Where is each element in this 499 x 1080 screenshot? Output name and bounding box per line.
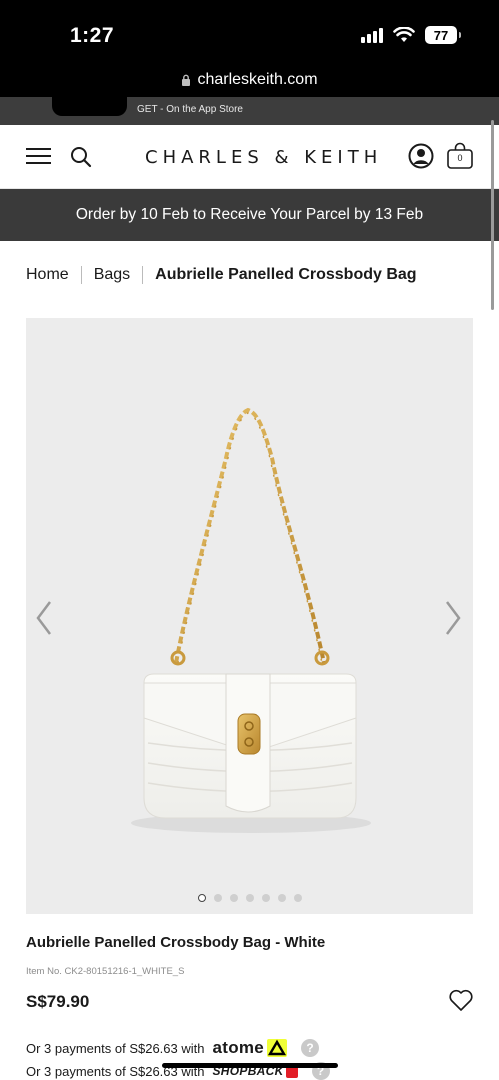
installment-text: Or 3 payments of S$26.63 with bbox=[26, 1040, 205, 1056]
breadcrumb-separator bbox=[80, 266, 82, 284]
product-gallery[interactable] bbox=[26, 318, 473, 914]
atome-logo: atome bbox=[212, 1038, 288, 1058]
gallery-dot[interactable] bbox=[293, 894, 302, 902]
gallery-dot[interactable] bbox=[229, 894, 238, 902]
gallery-dot[interactable] bbox=[261, 894, 270, 902]
item-number: Item No. CK2-80151216-1_WHITE_S bbox=[26, 966, 185, 977]
breadcrumb-bags[interactable]: Bags bbox=[94, 266, 130, 284]
breadcrumb-current: Aubrielle Panelled Crossbody Bag bbox=[155, 266, 417, 283]
bag-count: 0 bbox=[457, 153, 463, 163]
breadcrumb-home[interactable]: Home bbox=[26, 266, 69, 284]
site-header: CHARLES & KEITH 0 bbox=[0, 125, 499, 189]
scrollbar[interactable] bbox=[491, 120, 494, 310]
heart-icon[interactable] bbox=[448, 988, 474, 1012]
status-time: 1:27 bbox=[70, 24, 115, 47]
app-icon bbox=[52, 91, 127, 116]
app-banner-text: GET - On the App Store bbox=[137, 104, 243, 115]
previous-image-arrow[interactable] bbox=[32, 598, 56, 638]
product-price: S$79.90 bbox=[26, 992, 90, 1011]
gallery-dot[interactable] bbox=[197, 894, 206, 902]
search-icon[interactable] bbox=[70, 146, 92, 168]
status-bar: 1:27 77 bbox=[0, 0, 499, 62]
breadcrumb-separator bbox=[142, 266, 144, 284]
gallery-dot[interactable] bbox=[277, 894, 286, 902]
gallery-pagination bbox=[26, 894, 473, 902]
next-image-arrow[interactable] bbox=[441, 598, 465, 638]
promo-banner: Order by 10 Feb to Receive Your Parcel b… bbox=[0, 189, 499, 241]
wifi-icon bbox=[393, 27, 415, 42]
atome-wordmark: atome bbox=[212, 1038, 265, 1057]
cellular-signal-icon bbox=[361, 27, 383, 43]
url-text: charleskeith.com bbox=[197, 70, 318, 88]
brand-logo[interactable]: CHARLES & KEITH bbox=[145, 147, 382, 168]
breadcrumb: Home Bags Aubrielle Panelled Crossbody B… bbox=[26, 266, 417, 284]
lock-icon bbox=[182, 74, 191, 86]
gallery-dot[interactable] bbox=[213, 894, 222, 902]
menu-icon[interactable] bbox=[26, 148, 51, 165]
status-icons: 77 bbox=[361, 26, 461, 44]
home-indicator[interactable] bbox=[162, 1063, 338, 1068]
help-icon[interactable]: ? bbox=[301, 1039, 320, 1057]
product-image bbox=[131, 407, 371, 833]
product-title: Aubrielle Panelled Crossbody Bag - White bbox=[26, 934, 326, 951]
atome-mark-icon bbox=[267, 1039, 288, 1057]
account-icon[interactable] bbox=[408, 143, 434, 169]
gallery-dot[interactable] bbox=[245, 894, 254, 902]
app-store-banner[interactable]: GET - On the App Store bbox=[0, 91, 499, 125]
shopping-bag-icon[interactable]: 0 bbox=[446, 142, 474, 170]
battery-icon: 77 bbox=[425, 26, 461, 44]
atome-installment: Or 3 payments of S$26.63 with atome ? bbox=[26, 1038, 320, 1058]
